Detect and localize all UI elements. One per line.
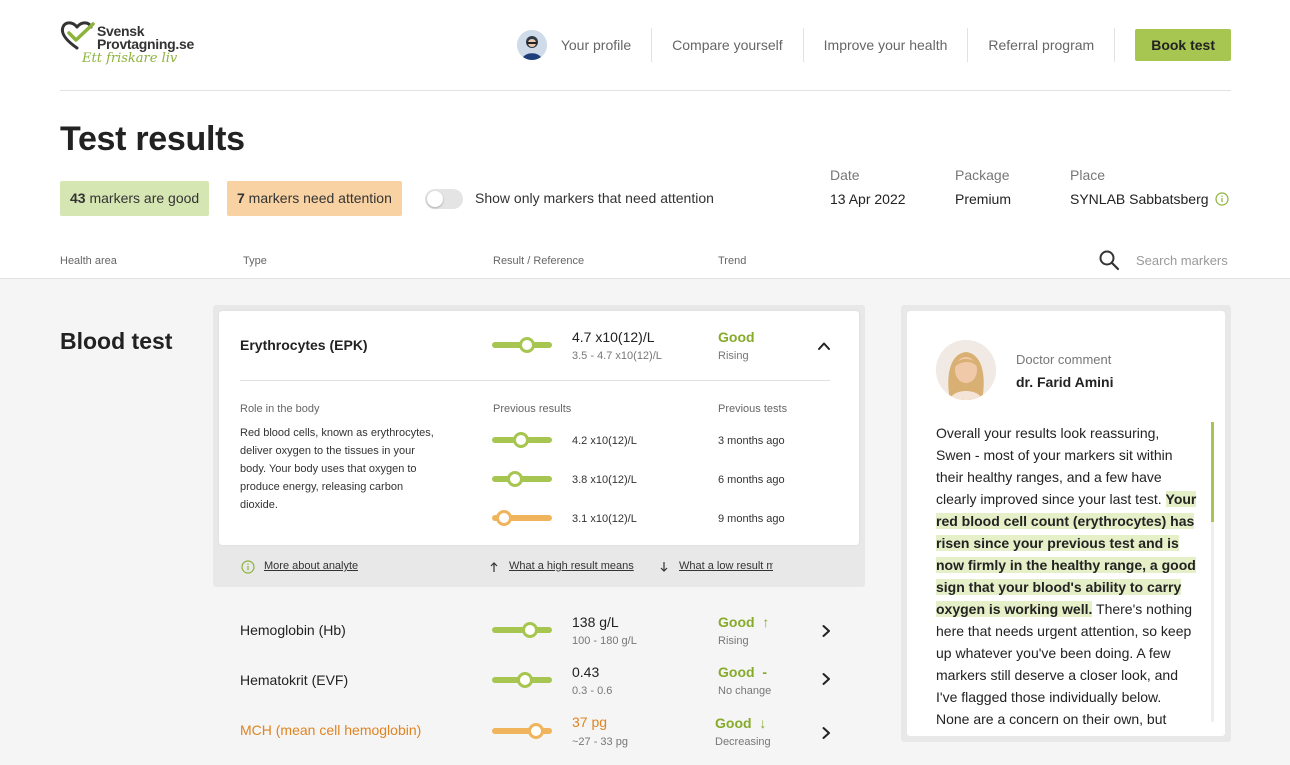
heart-check-icon [60, 21, 95, 50]
marker-gauge [492, 622, 552, 638]
date-label: Date [830, 167, 860, 183]
attention-filter-toggle[interactable] [425, 189, 463, 209]
marker-trend: Rising [718, 635, 749, 647]
trend-arrow-icon: ↓ [759, 715, 767, 731]
marker-value: 138 g/L [572, 614, 619, 630]
place-value: SYNLAB Sabbatsberg [1070, 191, 1209, 207]
previous-results-label: Previous results [493, 403, 572, 415]
expanded-marker-gauge [492, 337, 552, 353]
nav-improve-your-health[interactable]: Improve your health [802, 28, 968, 62]
doctor-comment-scrollbar[interactable] [1211, 422, 1214, 722]
place-info-icon[interactable] [1215, 192, 1229, 206]
package-label: Package [955, 167, 1010, 183]
expanded-marker-trend: Rising [718, 350, 749, 362]
user-avatar[interactable] [516, 30, 547, 60]
previous-result-value: 3.8 x10(12)/L [572, 474, 637, 486]
doctor-comment-label: Doctor comment [1016, 352, 1112, 367]
previous-result-value: 3.1 x10(12)/L [572, 513, 637, 525]
marker-name[interactable]: Hemoglobin (Hb) [240, 622, 346, 638]
expanded-marker-name[interactable]: Erythrocytes (EPK) [240, 337, 368, 353]
marker-name[interactable]: Hematokrit (EVF) [240, 672, 348, 688]
doctor-avatar [936, 340, 996, 400]
arrow-down-icon [660, 562, 668, 572]
marker-value: 37 pg [572, 714, 608, 730]
arrow-up-icon [490, 562, 498, 572]
search-input[interactable] [1136, 249, 1230, 271]
low-result-link[interactable]: What a low result means [679, 560, 773, 572]
toggle-knob [427, 191, 443, 207]
marker-reference: ~27 - 33 pg [572, 736, 628, 748]
nav-your-profile[interactable]: Your profile [561, 28, 651, 62]
page-title: Test results [60, 120, 245, 158]
info-icon [241, 560, 255, 574]
expanded-marker-status: Good [718, 329, 755, 345]
trend-arrow-icon: ↑ [762, 614, 770, 630]
marker-reference: 0.3 - 0.6 [572, 685, 613, 697]
marker-reference: 100 - 180 g/L [572, 635, 637, 647]
marker-name[interactable]: MCH (mean cell hemoglobin) [240, 722, 421, 738]
scrollbar-thumb[interactable] [1211, 422, 1214, 522]
good-markers-text: markers are good [85, 190, 200, 206]
good-markers-badge[interactable]: 43 markers are good [60, 181, 210, 216]
brand-logo[interactable]: Svensk Provtagning.se Ett friskare liv [60, 18, 200, 72]
previous-result-when: 9 months ago [718, 513, 785, 525]
doctor-comment-highlight: Your red blood cell count (erythrocytes)… [936, 491, 1197, 617]
role-label: Role in the body [240, 403, 320, 415]
good-markers-count: 43 [70, 190, 86, 206]
expanded-marker-value: 4.7 x10(12)/L [572, 329, 655, 345]
book-test-wrap: Book test [1114, 28, 1231, 62]
column-trend: Trend [718, 255, 747, 267]
previous-tests-label: Previous tests [718, 403, 788, 415]
collapse-chevron-up-icon[interactable] [817, 339, 831, 353]
expanded-marker-reference: 3.5 - 4.7 x10(12)/L [572, 350, 662, 362]
marker-gauge [492, 723, 552, 739]
previous-result-gauge [492, 432, 552, 448]
role-description: Red blood cells, known as erythrocytes, … [240, 427, 434, 511]
previous-result-when: 6 months ago [718, 474, 785, 486]
marker-status: Good ↑ [718, 614, 770, 630]
chevron-right-icon[interactable] [819, 624, 833, 638]
marker-gauge [492, 672, 552, 688]
book-test-button[interactable]: Book test [1135, 29, 1231, 61]
high-result-link[interactable]: What a high result means [509, 560, 634, 572]
marker-status: Good - [718, 664, 767, 680]
top-navigation: Your profile Compare yourself Improve yo… [516, 28, 1231, 62]
search-icon[interactable] [1098, 249, 1120, 271]
nav-compare-yourself[interactable]: Compare yourself [651, 28, 803, 62]
previous-result-gauge [492, 510, 552, 526]
attention-markers-badge[interactable]: 7 markers need attention [227, 181, 402, 216]
column-health-area: Health area [60, 255, 117, 267]
section-title: Blood test [60, 328, 173, 354]
more-about-analyte-link[interactable]: More about analyte [264, 560, 358, 572]
doctor-comment-text: Overall your results look reassuring, Sw… [936, 425, 1197, 726]
doctor-name: dr. Farid Amini [1016, 374, 1114, 390]
package-value: Premium [955, 191, 1012, 207]
place-label: Place [1070, 167, 1106, 183]
marker-trend: Decreasing [715, 736, 771, 748]
chevron-right-icon[interactable] [819, 726, 833, 740]
chevron-right-icon[interactable] [819, 672, 833, 686]
marker-status: Good ↓ [715, 715, 767, 731]
card-divider [240, 380, 830, 381]
column-type: Type [243, 255, 267, 267]
nav-referral-program[interactable]: Referral program [967, 28, 1114, 62]
previous-result-when: 3 months ago [718, 435, 785, 447]
brand-tagline: Ett friskare liv [82, 51, 178, 66]
marker-value: 0.43 [572, 664, 600, 680]
attention-filter-label: Show only markers that need attention [475, 190, 714, 206]
previous-result-value: 4.2 x10(12)/L [572, 435, 637, 447]
previous-result-gauge [492, 471, 552, 487]
date-value: 13 Apr 2022 [830, 191, 906, 207]
brand-name-line2: Provtagning.se [97, 36, 194, 52]
header-divider [60, 90, 1231, 91]
attention-markers-text: markers need attention [244, 190, 392, 206]
trend-dash-icon: - [762, 664, 767, 680]
marker-trend: No change [718, 685, 772, 697]
column-result: Result / Reference [493, 255, 585, 267]
attention-markers-count: 7 [237, 190, 245, 206]
